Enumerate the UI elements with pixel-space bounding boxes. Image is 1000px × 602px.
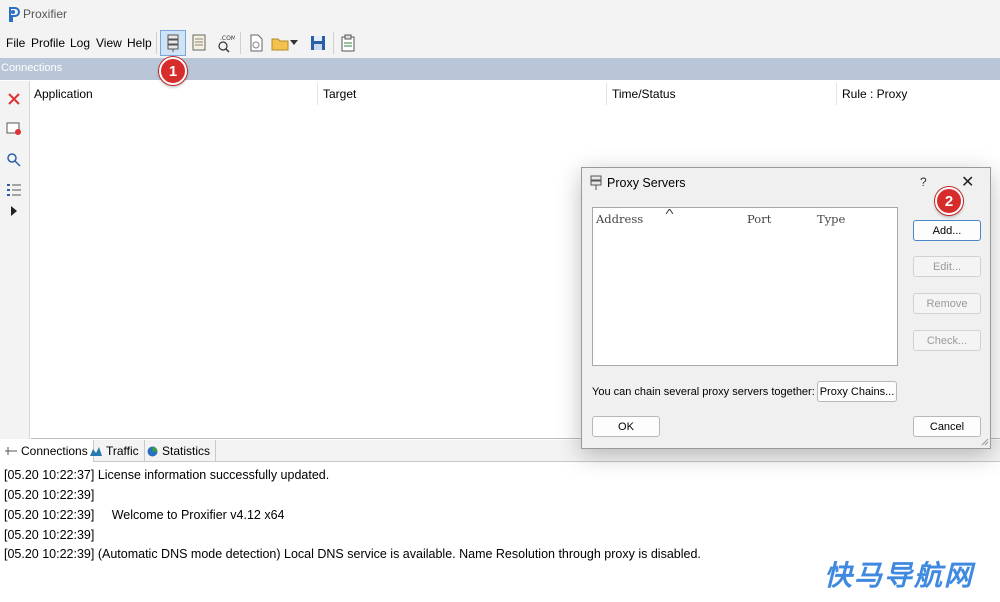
new-profile-button[interactable]	[244, 31, 268, 55]
connections-panel-label: Connections	[1, 62, 63, 74]
cancel-button[interactable]: Cancel	[913, 416, 981, 437]
column-divider	[606, 83, 607, 105]
resize-grip-icon[interactable]	[979, 436, 989, 446]
column-header-rule-proxy[interactable]: Rule : Proxy	[842, 87, 907, 101]
connections-panel-header: Connections	[0, 58, 1000, 80]
add-button[interactable]: Add...	[913, 220, 981, 241]
new-profile-icon	[250, 34, 263, 52]
chevron-down-icon	[290, 40, 298, 45]
list-view-icon[interactable]	[6, 182, 22, 198]
chain-description: You can chain several proxy servers toge…	[592, 386, 815, 398]
menu-profile[interactable]: Profile	[31, 36, 65, 50]
watermark: 快马导航网	[823, 559, 974, 592]
list-header-type[interactable]: Type	[817, 212, 845, 226]
log-line: [05.20 10:22:37] License information suc…	[4, 468, 330, 482]
left-tool-strip	[0, 81, 30, 439]
tab-traffic[interactable]: Traffic	[85, 440, 145, 462]
column-header-target[interactable]: Target	[323, 87, 356, 101]
callout-badge-2: 2	[935, 187, 963, 215]
help-button[interactable]: ?	[920, 175, 927, 189]
save-profile-icon	[311, 36, 325, 50]
log-line: [05.20 10:22:39]	[4, 528, 95, 542]
ok-button[interactable]: OK	[592, 416, 660, 437]
expand-arrow-icon[interactable]	[10, 206, 18, 216]
toolbar-separator	[333, 32, 334, 54]
pie-chart-icon	[147, 446, 158, 456]
menu-toolbar: File Profile Log View Help .COM	[0, 28, 1000, 58]
check-button[interactable]: Check...	[913, 330, 981, 351]
close-icon[interactable]: ✕	[961, 172, 974, 192]
kill-process-icon[interactable]	[6, 122, 22, 136]
title-bar: Proxifier	[0, 0, 1000, 28]
tab-label: Connections	[21, 444, 88, 458]
callout-badge-1: 1	[159, 57, 187, 85]
list-header-port[interactable]: Port	[747, 212, 771, 226]
open-profile-dropdown[interactable]	[287, 31, 301, 55]
remove-button[interactable]: Remove	[913, 293, 981, 314]
clipboard-button[interactable]	[336, 31, 360, 55]
proxy-servers-button[interactable]	[160, 30, 186, 56]
proxifier-logo-icon	[9, 7, 20, 22]
close-connection-icon[interactable]	[7, 92, 21, 106]
proxy-servers-icon	[167, 34, 179, 52]
proxy-chains-button[interactable]: Proxy Chains...	[817, 381, 897, 402]
save-profile-button[interactable]	[306, 31, 330, 55]
proxification-rules-icon	[192, 34, 206, 51]
menu-log[interactable]: Log	[70, 36, 90, 50]
svg-text:.COM: .COM	[220, 35, 235, 42]
proxy-list[interactable]: Address Port Type	[592, 207, 898, 366]
menu-file[interactable]: File	[6, 36, 25, 50]
tab-connections[interactable]: Connections	[0, 440, 94, 462]
name-resolution-button[interactable]: .COM	[213, 31, 237, 55]
proxy-servers-icon	[590, 175, 602, 190]
sort-ascending-icon	[666, 209, 673, 214]
clipboard-icon	[341, 34, 355, 52]
column-header-application[interactable]: Application	[34, 87, 93, 101]
traffic-chart-icon	[90, 447, 102, 456]
tab-statistics[interactable]: Statistics	[142, 440, 217, 462]
tab-label: Traffic	[106, 444, 139, 458]
proxification-rules-button[interactable]	[187, 31, 211, 55]
search-icon[interactable]	[6, 152, 22, 168]
log-line: [05.20 10:22:39] (Automatic DNS mode det…	[4, 547, 701, 561]
column-divider	[317, 83, 318, 105]
name-resolution-icon: .COM	[218, 35, 235, 53]
connections-tab-icon	[5, 447, 17, 455]
menu-help[interactable]: Help	[127, 36, 152, 50]
dialog-title: Proxy Servers	[607, 176, 686, 190]
column-divider	[836, 83, 837, 105]
edit-button[interactable]: Edit...	[913, 256, 981, 277]
list-header-address[interactable]: Address	[596, 212, 643, 226]
log-line: [05.20 10:22:39] Welcome to Proxifier v4…	[4, 508, 285, 522]
log-line: [05.20 10:22:39]	[4, 488, 95, 502]
tab-label: Statistics	[162, 444, 211, 458]
toolbar-separator	[156, 32, 157, 54]
proxy-servers-dialog: Proxy Servers ? ✕ Address Port Type Add.…	[581, 167, 991, 449]
toolbar-separator	[240, 32, 241, 54]
menu-view[interactable]: View	[96, 36, 122, 50]
column-header-time-status[interactable]: Time/Status	[612, 87, 676, 101]
window-title: Proxifier	[23, 7, 68, 21]
